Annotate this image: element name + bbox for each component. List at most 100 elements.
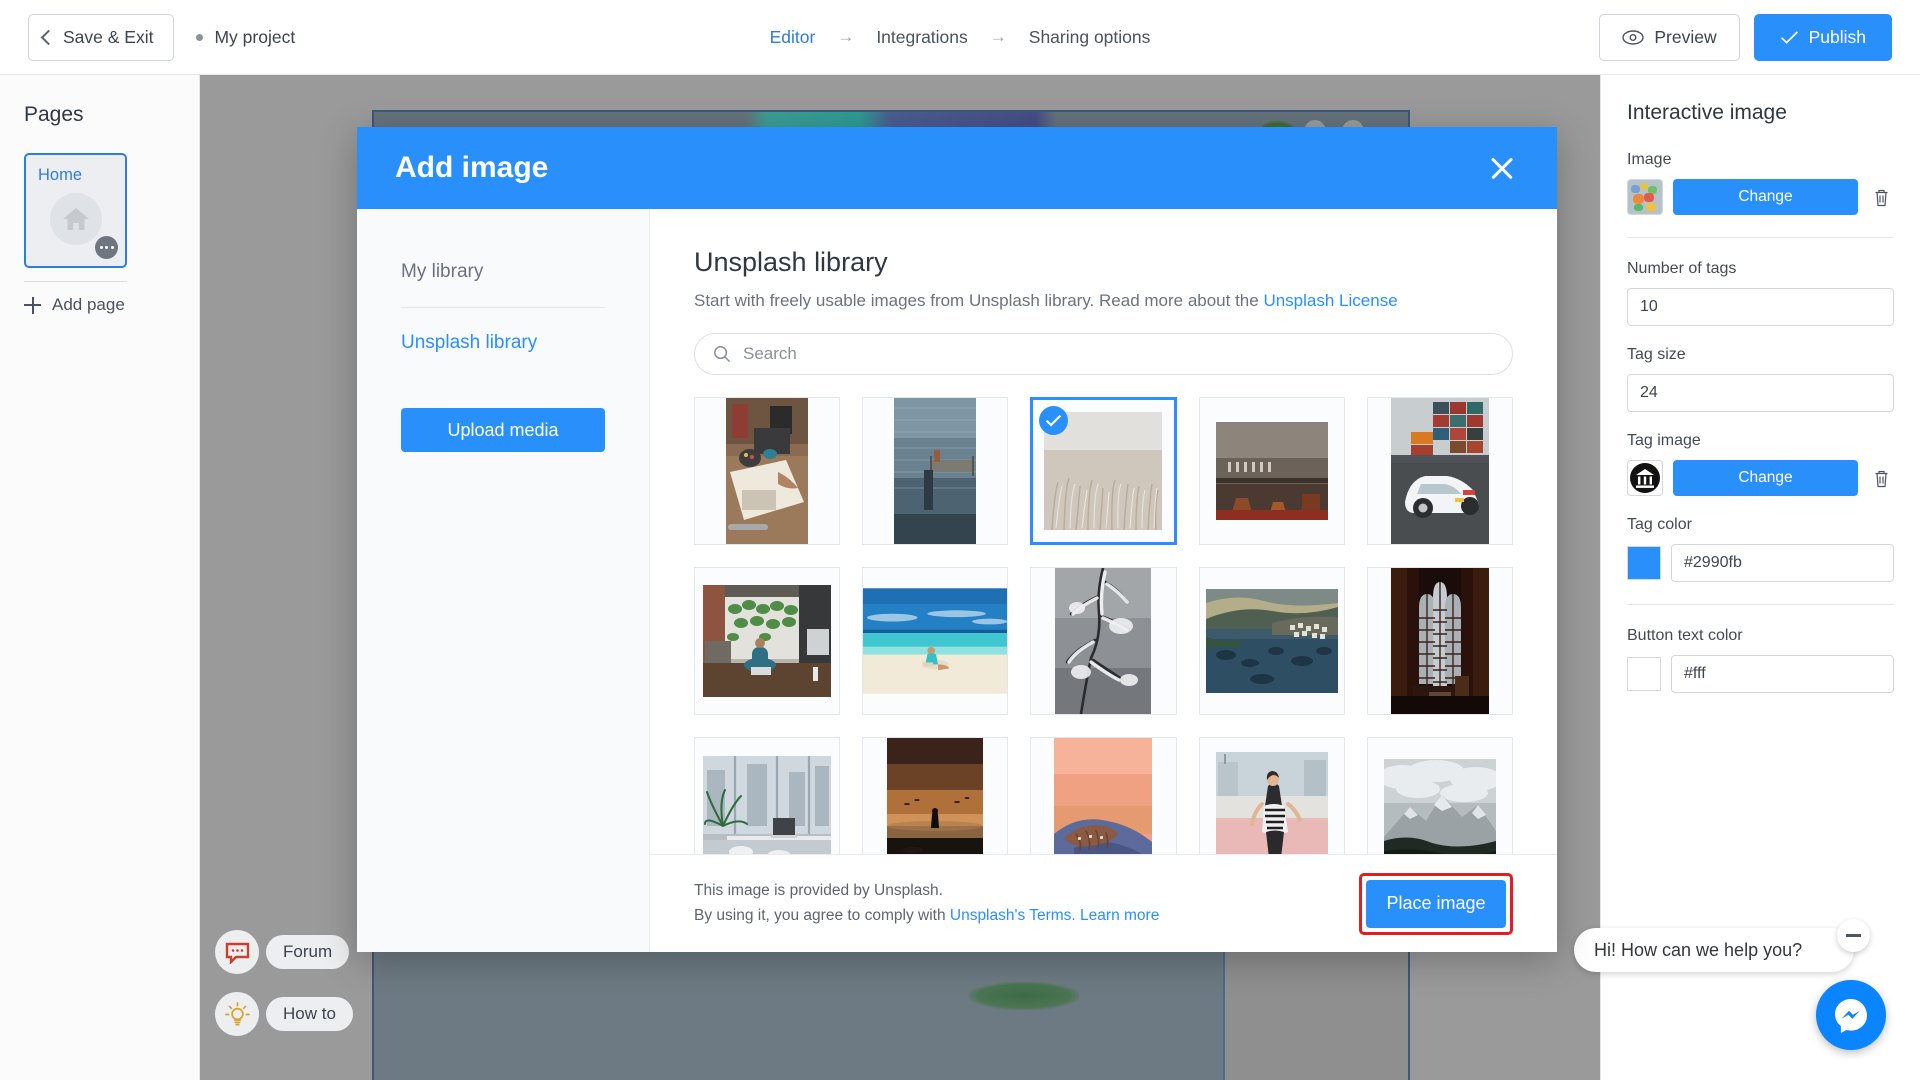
modal-footer: This image is provided by Unsplash. By u… [650, 854, 1557, 952]
image-delete-button[interactable] [1868, 182, 1894, 212]
image-change-button[interactable]: Change [1673, 179, 1858, 215]
dot-2 [105, 246, 108, 249]
add-page-button[interactable]: Add page [24, 295, 199, 315]
page-options-button[interactable] [95, 236, 118, 259]
modal-title: Add image [395, 151, 549, 184]
eye-icon [1622, 29, 1645, 45]
tag-color-input[interactable] [1671, 544, 1894, 582]
project-name[interactable]: My project [196, 27, 295, 48]
tag-image-change-button[interactable]: Change [1673, 460, 1858, 496]
button-text-color-control-row [1627, 655, 1894, 693]
canvas-right-pane [1225, 938, 1408, 1080]
place-image-button[interactable]: Place image [1366, 879, 1506, 928]
unsplash-library-subtitle: Start with freely usable images from Uns… [694, 291, 1513, 311]
tag-color-swatch[interactable] [1627, 546, 1661, 580]
button-text-color-swatch[interactable] [1627, 657, 1661, 691]
learn-more-link[interactable]: Learn more [1080, 907, 1159, 924]
tag-image-thumbnail[interactable] [1627, 460, 1663, 496]
publish-label: Publish [1808, 26, 1866, 47]
chat-minimize-button[interactable] [1837, 919, 1870, 952]
grid-item-desk-sketching-photo[interactable] [694, 397, 841, 545]
tag-image-control-row: Change [1627, 460, 1894, 496]
home-icon-circle [49, 193, 102, 245]
unsplash-attribution: This image is provided by Unsplash. By u… [694, 879, 1159, 927]
grid-item-white-sports-car-photo[interactable] [1366, 397, 1513, 545]
grid-item-sunset-silhouette-photo[interactable] [862, 737, 1009, 854]
modal-sidebar: My library Unsplash library Upload media [357, 209, 650, 952]
attribution-line-2-text: By using it, you agree to comply with [694, 906, 950, 924]
top-toolbar: Save & Exit My project Editor → Integrat… [0, 0, 1920, 75]
project-name-label: My project [214, 26, 296, 47]
page-card-home[interactable]: Home [24, 153, 127, 268]
coastal-village-photo [1205, 589, 1338, 693]
grid-item-cathedral-interior-photo[interactable] [1366, 567, 1513, 715]
arrow-right-icon-2: → [989, 27, 1007, 46]
unsplash-license-link[interactable]: Unsplash License [1263, 291, 1397, 310]
properties-title: Interactive image [1627, 101, 1787, 124]
sidebar-item-unsplash-library[interactable]: Unsplash library [401, 328, 605, 358]
number-of-tags-group: Number of tags [1601, 260, 1920, 326]
cafe-interior-photo [1215, 422, 1328, 520]
tag-image-delete-button[interactable] [1868, 463, 1894, 493]
add-image-modal: Add image My library Unsplash library Up… [357, 127, 1557, 952]
forum-label: Forum [266, 935, 350, 969]
minus-icon [1846, 934, 1861, 937]
grid-item-cloudy-mountain-photo[interactable] [1366, 737, 1513, 854]
grid-item-frosted-plants-photo[interactable] [1030, 397, 1177, 545]
number-of-tags-label: Number of tags [1627, 260, 1737, 277]
tag-color-control-row [1627, 544, 1894, 582]
office-window-plants-photo [703, 756, 832, 854]
save-and-exit-label: Save & Exit [63, 26, 154, 47]
close-icon[interactable] [1485, 151, 1519, 185]
lightbulb-icon [224, 1001, 250, 1025]
map-thumbnail-graphic [1628, 180, 1662, 214]
breadcrumb-editor[interactable]: Editor [770, 27, 816, 48]
page-card-label: Home [38, 166, 83, 184]
button-text-color-input[interactable] [1671, 655, 1894, 693]
tag-color-label: Tag color [1627, 516, 1692, 533]
check-icon-selected [1046, 414, 1062, 427]
number-of-tags-input[interactable] [1627, 288, 1894, 326]
image-thumbnail[interactable] [1627, 179, 1663, 215]
search-bar[interactable] [694, 333, 1513, 375]
forum-button[interactable]: Forum [215, 930, 353, 974]
grid-item-athlete-rooftop-photo[interactable] [1198, 737, 1345, 854]
hands-on-knees-photo [1054, 738, 1153, 854]
how-to-button[interactable]: How to [215, 992, 353, 1036]
grid-item-cafe-interior-photo[interactable] [1198, 397, 1345, 545]
search-icon [714, 346, 731, 363]
grid-item-hands-on-knees-photo[interactable] [1030, 737, 1177, 854]
image-property-group: Image Change [1601, 151, 1920, 215]
tag-image-group: Tag image Change [1601, 432, 1920, 496]
pages-title: Pages [24, 103, 84, 126]
grid-item-coastal-village-photo[interactable] [1198, 567, 1345, 715]
upload-media-button[interactable]: Upload media [401, 408, 605, 452]
unsplash-terms-link[interactable]: Unsplash's Terms. [950, 907, 1076, 924]
image-grid-scroll[interactable] [650, 375, 1557, 854]
attribution-line-1: This image is provided by Unsplash. [694, 882, 943, 900]
breadcrumb-integrations[interactable]: Integrations [876, 27, 967, 48]
desk-sketching-photo [726, 398, 809, 544]
help-buttons: Forum How to [215, 930, 353, 1036]
save-and-exit-button[interactable]: Save & Exit [28, 13, 175, 61]
properties-divider-2 [1627, 604, 1894, 605]
breadcrumb-sharing-options[interactable]: Sharing options [1029, 27, 1151, 48]
grid-item-loft-plants-workspace-photo[interactable] [694, 567, 841, 715]
grid-item-tropical-beach-photo[interactable] [862, 567, 1009, 715]
modal-main-header: Unsplash library Start with freely usabl… [650, 209, 1557, 311]
sidebar-item-my-library[interactable]: My library [401, 257, 605, 287]
howto-icon-circle [215, 992, 259, 1036]
dot-1 [99, 246, 103, 249]
tag-size-input[interactable] [1627, 374, 1894, 412]
unsplash-library-title: Unsplash library [694, 247, 888, 277]
grid-item-office-window-plants-photo[interactable] [694, 737, 841, 854]
messenger-launcher-button[interactable] [1816, 980, 1886, 1050]
grid-item-water-pier-photo[interactable] [862, 397, 1009, 545]
museum-bank-icon [1630, 463, 1660, 493]
preview-button[interactable]: Preview [1599, 13, 1740, 61]
grid-item-snowy-branches-photo[interactable] [1030, 567, 1177, 715]
tag-size-label: Tag size [1627, 346, 1686, 363]
cloudy-mountain-photo [1383, 759, 1496, 854]
search-input[interactable] [743, 344, 1494, 364]
publish-button[interactable]: Publish [1753, 13, 1892, 61]
